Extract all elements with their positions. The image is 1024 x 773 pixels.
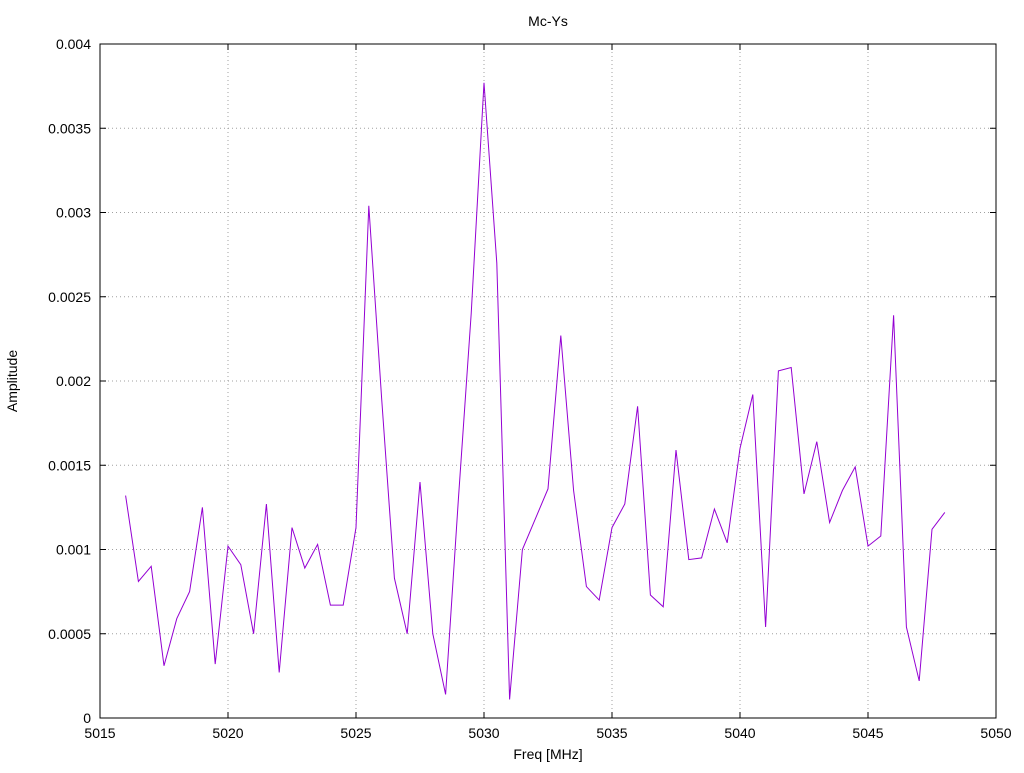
y-tick-labels: 0 0.0005 0.001 0.0015 0.002 0.0025 0.003 0.0035… bbox=[48, 36, 91, 726]
series-line bbox=[125, 82, 946, 700]
x-axis-title: Freq [MHz] bbox=[513, 746, 582, 762]
x-tick-label: 5025 bbox=[340, 725, 371, 741]
x-tick-label: 5030 bbox=[468, 725, 499, 741]
y-tick-label: 0.003 bbox=[56, 205, 91, 221]
y-tick-label: 0.002 bbox=[56, 373, 91, 389]
x-tick-label: 5020 bbox=[212, 725, 243, 741]
x-tick-labels: 5015 5020 5025 5030 5035 5040 5045 5050 bbox=[84, 725, 1011, 741]
x-tick-label: 5040 bbox=[724, 725, 755, 741]
y-tick-label: 0 bbox=[83, 710, 91, 726]
y-tick-label: 0.0025 bbox=[48, 289, 91, 305]
y-tick-label: 0.004 bbox=[56, 36, 91, 52]
x-tick-label: 5015 bbox=[84, 725, 115, 741]
line-chart: 5015 5020 5025 5030 5035 5040 5045 5050 0 0.0005… bbox=[4, 13, 1012, 762]
grid-lines bbox=[100, 44, 996, 718]
y-axis-title: Amplitude bbox=[4, 350, 20, 412]
x-tick-label: 5035 bbox=[596, 725, 627, 741]
y-tick-label: 0.0035 bbox=[48, 120, 91, 136]
series-layer bbox=[125, 82, 946, 700]
y-tick-label: 0.0015 bbox=[48, 457, 91, 473]
y-tick-label: 0.0005 bbox=[48, 626, 91, 642]
chart-container: 5015 5020 5025 5030 5035 5040 5045 5050 0 0.0005… bbox=[0, 0, 1024, 768]
y-tick-label: 0.001 bbox=[56, 542, 91, 558]
x-tick-label: 5050 bbox=[980, 725, 1011, 741]
chart-title: Mc-Ys bbox=[528, 13, 568, 29]
x-tick-label: 5045 bbox=[852, 725, 883, 741]
